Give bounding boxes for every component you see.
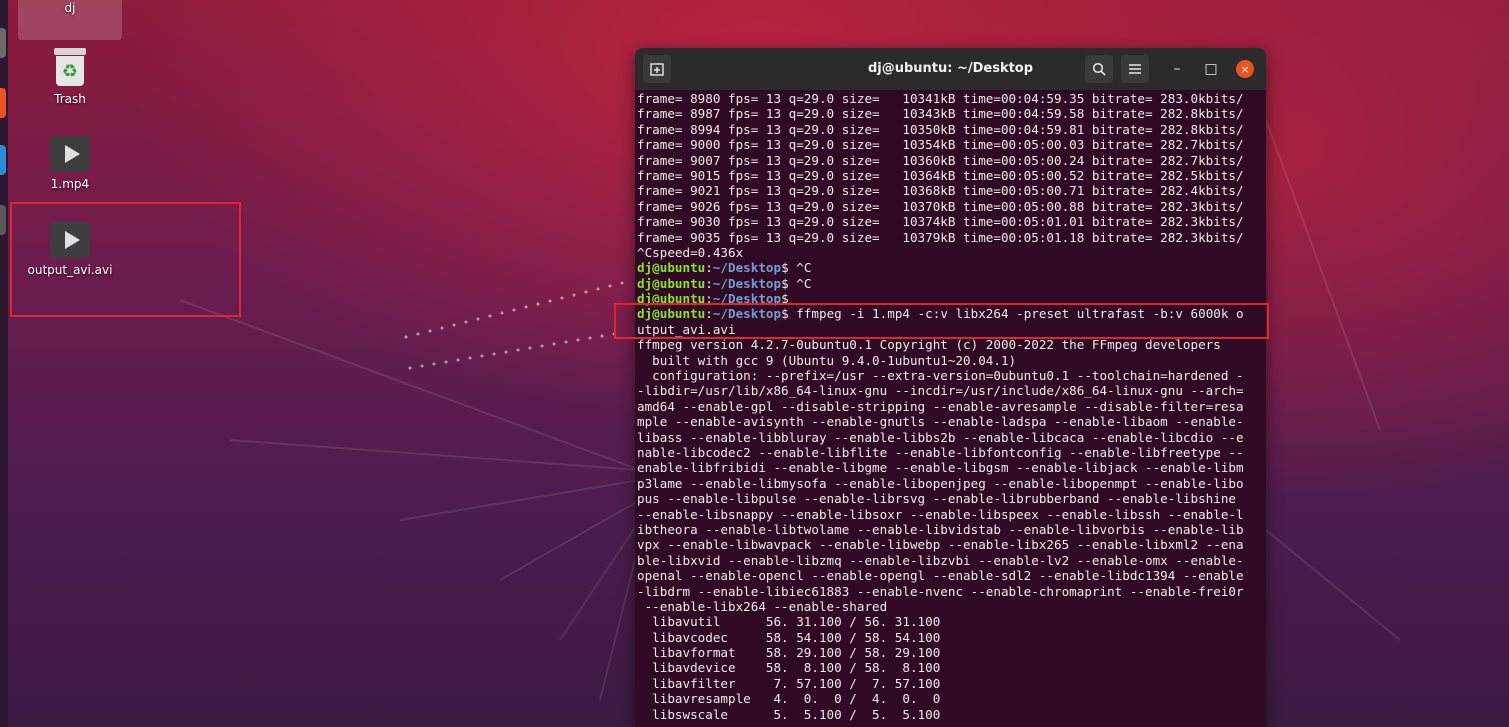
terminal-output-line: mple --enable-avisynth --enable-gnutls -…	[637, 414, 1244, 430]
terminal-output-line: ffmpeg version 4.2.7-0ubuntu0.1 Copyrigh…	[637, 337, 1221, 353]
close-icon: ×	[1240, 62, 1250, 76]
terminal-output-line: libavutil 56. 31.100 / 56. 31.100	[637, 614, 941, 630]
trash-label: Trash	[54, 92, 86, 106]
terminal-output-line: -libdir=/usr/lib/x86_64-linux-gnu --incd…	[637, 383, 1244, 399]
video-file-icon	[50, 136, 90, 172]
terminal-output-line: ^Cspeed=0.436x	[637, 244, 744, 260]
annotation-highlight-box	[614, 303, 1269, 339]
terminal-output-line: amd64 --enable-gpl --disable-stripping -…	[637, 398, 1244, 414]
dock-app-item[interactable]	[0, 28, 6, 58]
new-tab-icon	[650, 63, 664, 76]
video-file-label: 1.mp4	[50, 177, 90, 191]
terminal-output-line: libavdevice 58. 8.100 / 58. 8.100	[637, 660, 941, 676]
terminal-titlebar[interactable]: dj@ubuntu: ~/Desktop – □ ×	[635, 48, 1266, 90]
terminal-output-line: libswscale 5. 5.100 / 5. 5.100	[637, 706, 941, 722]
prompt-command: $ ^C	[781, 275, 812, 291]
terminal-prompt-line: dj@ubuntu:~/Desktop$ ^C	[637, 260, 1266, 275]
terminal-output-line: frame= 9021 fps= 13 q=29.0 size= 10368kB…	[637, 183, 1244, 199]
terminal-output-line: --enable-libsnappy --enable-libsoxr --en…	[637, 506, 1244, 522]
terminal-output-line: frame= 9035 fps= 13 q=29.0 size= 10379kB…	[637, 229, 1244, 245]
prompt-user: dj@ubuntu	[637, 275, 706, 291]
minimize-button[interactable]: –	[1163, 55, 1191, 83]
terminal-output-line: ibtheora --enable-libtwolame --enable-li…	[637, 521, 1244, 537]
terminal-output-line: frame= 8980 fps= 13 q=29.0 size= 10341kB…	[637, 91, 1244, 106]
terminal-output-line: frame= 8987 fps= 13 q=29.0 size= 10343kB…	[637, 106, 1244, 122]
home-folder-icon[interactable]: dj	[18, 0, 122, 40]
terminal-output-line: libavcodec 58. 54.100 / 58. 54.100	[637, 629, 941, 645]
terminal-output-line: configuration: --prefix=/usr --extra-ver…	[637, 368, 1244, 384]
terminal-output-line: built with gcc 9 (Ubuntu 9.4.0-1ubuntu1~…	[637, 352, 1017, 368]
terminal-output-line: nable-libcodec2 --enable-libflite --enab…	[637, 444, 1244, 460]
prompt-command: $ ^C	[781, 260, 812, 276]
trash-icon: ♻	[54, 48, 86, 88]
trash-desktop-item[interactable]: ♻ Trash	[18, 48, 122, 106]
terminal-output-line: frame= 9026 fps= 13 q=29.0 size= 10370kB…	[637, 198, 1244, 214]
terminal-output-line: frame= 9030 fps= 13 q=29.0 size= 10374kB…	[637, 214, 1244, 230]
terminal-output-line: frame= 9000 fps= 13 q=29.0 size= 10354kB…	[637, 137, 1244, 153]
annotation-highlight-box	[10, 202, 241, 317]
maximize-button[interactable]: □	[1197, 55, 1225, 83]
terminal-output-line: frame= 9015 fps= 13 q=29.0 size= 10364kB…	[637, 167, 1244, 183]
new-tab-button[interactable]	[643, 55, 671, 83]
prompt-separator: :	[705, 260, 713, 276]
prompt-user: dj@ubuntu	[637, 260, 706, 276]
terminal-prompt-line: dj@ubuntu:~/Desktop$ ^C	[637, 276, 1266, 291]
search-icon	[1092, 62, 1106, 76]
terminal-output-line: pus --enable-libpulse --enable-librsvg -…	[637, 491, 1244, 507]
terminal-output-line: --enable-libx264 --enable-shared	[637, 598, 888, 614]
terminal-output-line: ble-libxvid --enable-libzmq --enable-lib…	[637, 552, 1244, 568]
terminal-output-line: enable-libfribidi --enable-libgme --enab…	[637, 460, 1244, 476]
desktop: dj ♻ Trash 1.mp4 output_avi.avi dj@ubunt…	[0, 0, 1509, 727]
prompt-path: ~/Desktop	[712, 260, 782, 276]
video-file-item[interactable]: 1.mp4	[18, 136, 122, 191]
dock-app-item[interactable]	[0, 205, 6, 235]
menu-button[interactable]	[1121, 55, 1149, 83]
terminal-output-line: frame= 9007 fps= 13 q=29.0 size= 10360kB…	[637, 152, 1244, 168]
dock	[0, 0, 8, 727]
search-button[interactable]	[1085, 55, 1113, 83]
terminal-output-line: libavfilter 7. 57.100 / 7. 57.100	[637, 675, 941, 691]
dock-app-item[interactable]	[0, 145, 6, 175]
dock-app-item[interactable]	[0, 88, 6, 118]
terminal-output[interactable]: frame= 8980 fps= 13 q=29.0 size= 10341kB…	[635, 90, 1266, 722]
terminal-output-line: vpx --enable-libwavpack --enable-libwebp…	[637, 537, 1244, 553]
prompt-path: ~/Desktop	[712, 275, 782, 291]
terminal-output-line: frame= 8994 fps= 13 q=29.0 size= 10350kB…	[637, 121, 1244, 137]
close-button[interactable]: ×	[1236, 60, 1254, 78]
home-folder-label: dj	[64, 1, 76, 15]
terminal-output-line: p3lame --enable-libmysofa --enable-libop…	[637, 475, 1244, 491]
prompt-separator: :	[705, 275, 713, 291]
terminal-output-line: -libdrm --enable-libiec61883 --enable-nv…	[637, 583, 1244, 599]
terminal-output-line: libass --enable-libbluray --enable-libbs…	[637, 429, 1244, 445]
terminal-window[interactable]: dj@ubuntu: ~/Desktop – □ × frame= 8980 f…	[635, 48, 1266, 727]
hamburger-menu-icon	[1129, 64, 1141, 74]
terminal-output-line: libavresample 4. 0. 0 / 4. 0. 0	[637, 691, 941, 707]
terminal-output-line: openal --enable-opencl --enable-opengl -…	[637, 568, 1244, 584]
terminal-output-line: libavformat 58. 29.100 / 58. 29.100	[637, 645, 941, 661]
